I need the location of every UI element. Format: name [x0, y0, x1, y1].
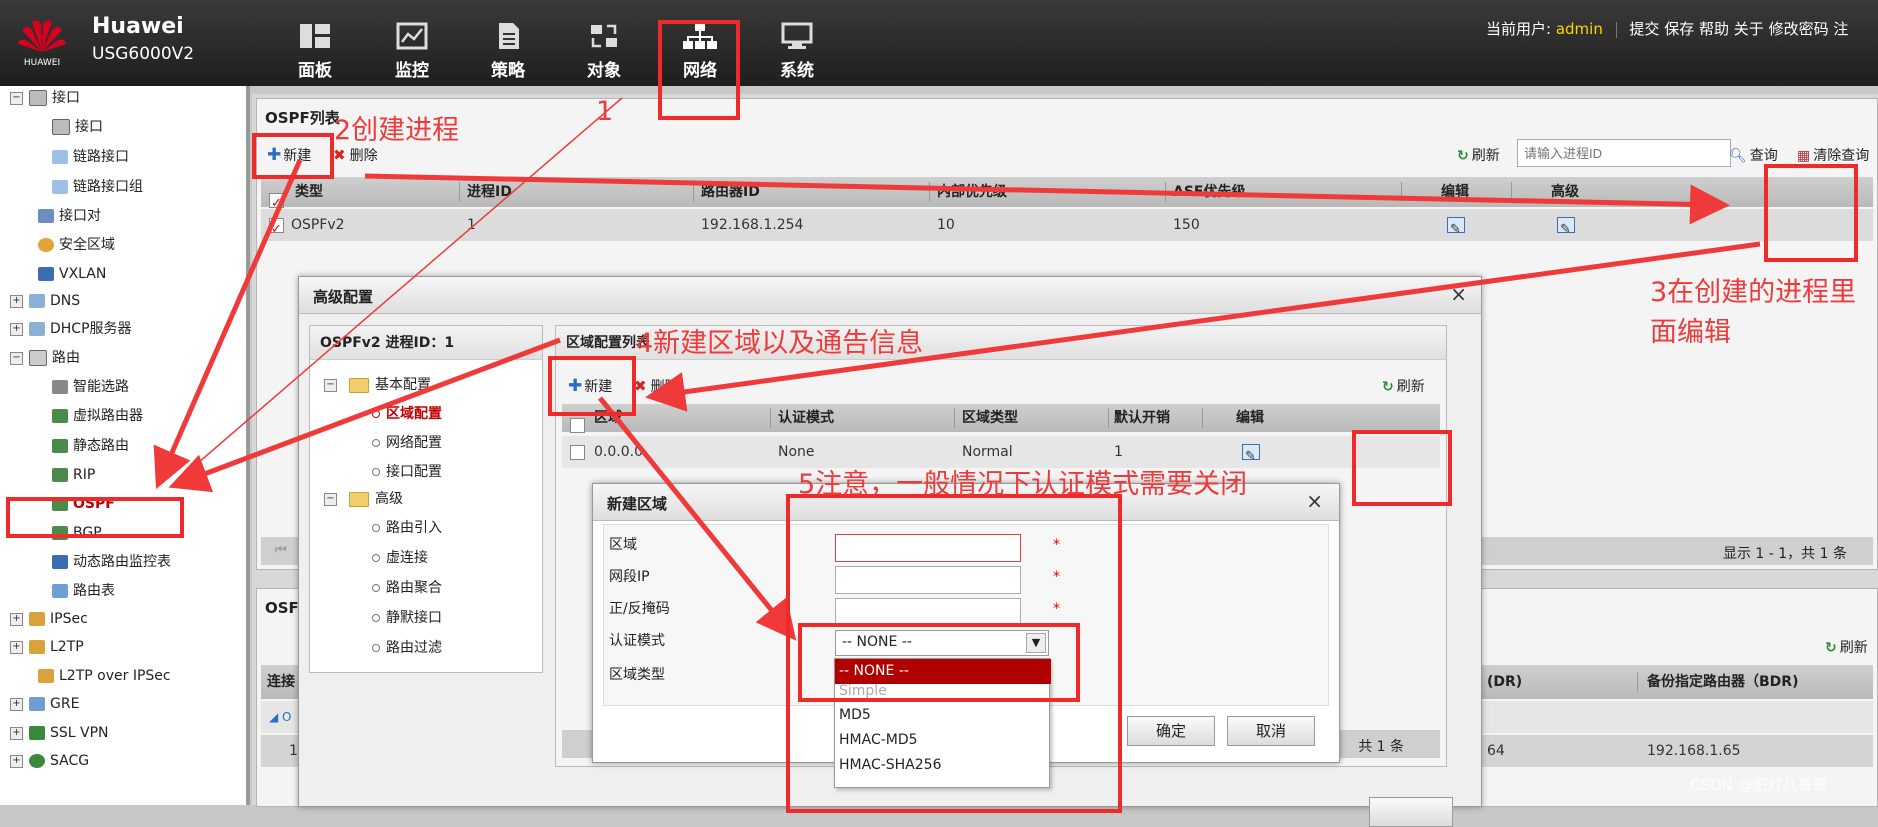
annotation-1: 1: [596, 96, 614, 127]
arrow-to-edit: [364, 173, 1730, 225]
annotation-3-line2: 面编辑: [1650, 317, 1731, 348]
highlight-advanced-column: [1764, 164, 1858, 262]
highlight-area-edit: [1352, 430, 1452, 506]
highlight-auth-select: [798, 623, 1080, 702]
arrow-step2: [153, 158, 303, 490]
thin-arrow-line: [169, 97, 623, 488]
arrow-step3: [645, 241, 1761, 412]
highlight-network-nav: [658, 20, 740, 120]
highlight-new-area-button: [548, 356, 636, 416]
annotation-2: 2创建进程: [334, 115, 460, 146]
arrow-step4: [598, 396, 797, 641]
arrow-to-ospf: [168, 337, 561, 493]
watermark: CSDN @肥灯儿哥哥: [1690, 776, 1828, 794]
annotation-5: 5注意，一般情况下认证模式需要关闭: [798, 469, 1248, 500]
highlight-new-button: [252, 133, 334, 179]
annotation-4: 4新建区域以及通告信息: [636, 328, 924, 359]
highlight-ospf-item: [6, 497, 184, 538]
annotation-3-line1: 3在创建的进程里: [1650, 277, 1857, 308]
